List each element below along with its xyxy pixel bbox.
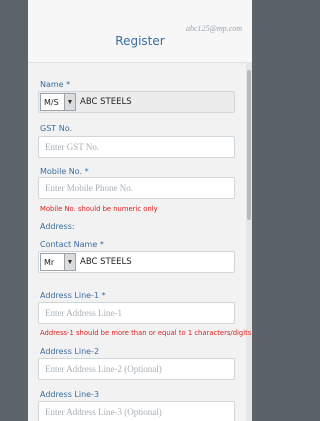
modal-title: Register xyxy=(115,34,165,48)
modal-header: Register abc125@mp.com xyxy=(28,0,252,63)
backdrop-right xyxy=(252,0,257,421)
mobile-input[interactable]: Enter Mobile Phone No. xyxy=(38,177,235,199)
address-line3-input[interactable]: Enter Address Line-3 (Optional) xyxy=(38,401,235,421)
mobile-label: Mobile No. * xyxy=(40,167,89,176)
name-label: Name * xyxy=(40,80,71,89)
name-prefix-value: M/S xyxy=(44,97,59,107)
address-line2-input[interactable]: Enter Address Line-2 (Optional) xyxy=(38,358,235,380)
gst-label: GST No. xyxy=(40,124,72,133)
scrollbar-thumb[interactable] xyxy=(247,70,251,220)
chevron-down-icon[interactable]: ▼ xyxy=(64,94,75,110)
watermark-text: abc125@mp.com xyxy=(185,24,242,33)
mobile-error: Mobile No. should be numeric only xyxy=(40,205,158,213)
contact-prefix-select[interactable]: Mr ▼ xyxy=(40,253,76,271)
address-line1-label: Address Line-1 * xyxy=(40,291,106,300)
contact-value: ABC STEELS xyxy=(80,257,132,267)
contact-label: Contact Name * xyxy=(40,240,104,249)
gst-input[interactable]: Enter GST No. xyxy=(38,136,235,158)
name-prefix-select[interactable]: M/S ▼ xyxy=(40,93,76,111)
register-modal: Register abc125@mp.com Name * M/S ▼ ABC … xyxy=(28,0,252,421)
address-line1-error: Address-1 should be more than or equal t… xyxy=(40,329,252,337)
address-line2-label: Address Line-2 xyxy=(40,347,100,356)
chevron-down-icon[interactable]: ▼ xyxy=(64,254,75,270)
address-line3-label: Address Line-3 xyxy=(40,390,100,399)
contact-prefix-value: Mr xyxy=(44,257,55,267)
address-line1-input[interactable]: Enter Address Line-1 xyxy=(38,302,235,324)
backdrop-left xyxy=(0,0,28,421)
address-section-label: Address: xyxy=(40,222,75,231)
name-value: ABC STEELS xyxy=(80,97,132,107)
